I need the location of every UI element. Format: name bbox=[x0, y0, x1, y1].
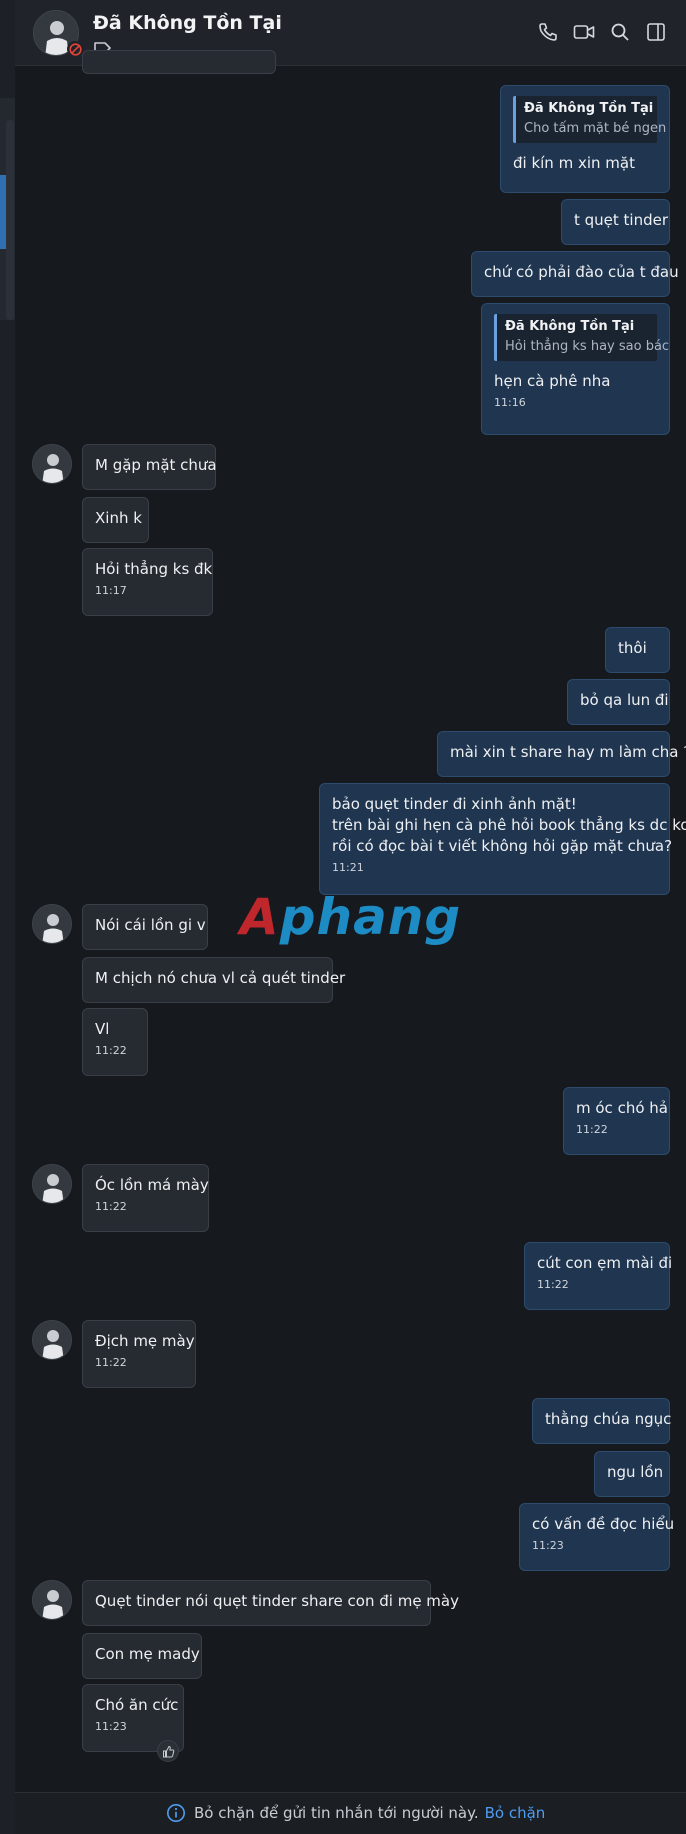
message-text: Con mẹ mady bbox=[95, 1645, 200, 1663]
message-text: Nói cái lồn gi v bbox=[95, 916, 206, 934]
blocked-notice-text: Bỏ chặn để gửi tin nhắn tới người này. bbox=[194, 1804, 479, 1822]
video-icon[interactable] bbox=[572, 20, 596, 44]
blocked-icon bbox=[67, 41, 83, 57]
message-bubble-outgoing[interactable]: có vấn đề đọc hiểu 11:23 bbox=[519, 1503, 674, 1571]
message-time: 11:23 bbox=[532, 1539, 564, 1552]
message-text-line: bảo quẹt tinder đi xinh ảnh mặt! bbox=[332, 795, 577, 813]
message-text-line: trên bài ghi hẹn cà phê hỏi book thẳng k… bbox=[332, 816, 686, 834]
message-time: 11:16 bbox=[494, 396, 526, 409]
message-bubble-outgoing[interactable]: m óc chó hả 11:22 bbox=[563, 1087, 670, 1155]
message-bubble-outgoing[interactable]: thôi bbox=[605, 627, 670, 673]
message-text: Chó ăn cức bbox=[95, 1696, 179, 1714]
message-text: m óc chó hả bbox=[576, 1099, 668, 1117]
message-time: 11:21 bbox=[332, 861, 364, 874]
message-text: thằng chúa ngục bbox=[545, 1410, 672, 1428]
message-text: bỏ qa lun đi bbox=[580, 691, 669, 709]
quote-author: Đã Không Tồn Tại bbox=[505, 319, 635, 334]
message-bubble-outgoing[interactable]: bỏ qa lun đi bbox=[567, 679, 670, 725]
quote-author: Đã Không Tồn Tại bbox=[524, 101, 654, 116]
blocked-notice: Bỏ chặn để gửi tin nhắn tới người này. B… bbox=[166, 1803, 545, 1823]
message-bubble-outgoing[interactable]: cút con ẹm mài đi 11:22 bbox=[524, 1242, 673, 1310]
message-bubble-partial[interactable] bbox=[82, 50, 276, 74]
message-text: Hỏi thẳng ks đk bbox=[95, 560, 213, 578]
message-text: Địch mẹ mày bbox=[95, 1332, 195, 1350]
sidebar-toggle-icon[interactable] bbox=[644, 20, 668, 44]
message-bubble-incoming[interactable]: Vl 11:22 bbox=[82, 1008, 148, 1076]
message-text: ngu lồn bbox=[607, 1463, 664, 1481]
person-silhouette-icon bbox=[33, 445, 71, 483]
message-text: Xinh k bbox=[95, 509, 142, 527]
quoted-reply[interactable]: Đã Không Tồn Tại Hỏi thẳng ks hay sao bá… bbox=[494, 314, 670, 361]
message-time: 11:22 bbox=[95, 1044, 127, 1057]
message-bubble-outgoing[interactable]: thằng chúa ngục bbox=[532, 1398, 672, 1444]
unblock-link[interactable]: Bỏ chặn bbox=[485, 1804, 546, 1822]
message-time: 11:17 bbox=[95, 584, 127, 597]
message-bubble-outgoing[interactable]: Đã Không Tồn Tại Hỏi thẳng ks hay sao bá… bbox=[481, 303, 670, 435]
contact-avatar[interactable] bbox=[32, 1164, 72, 1204]
message-text: t quẹt tinder bbox=[574, 211, 669, 229]
message-bubble-incoming[interactable]: Con mẹ mady bbox=[82, 1633, 202, 1679]
watermark-part: phang bbox=[279, 888, 462, 946]
person-silhouette-icon bbox=[33, 905, 71, 943]
message-text: M gặp mặt chưa bbox=[95, 456, 217, 474]
quote-text: Hỏi thẳng ks hay sao bác bbox=[505, 339, 670, 354]
left-sidebar-edge bbox=[0, 0, 15, 1834]
message-text: có vấn đề đọc hiểu bbox=[532, 1515, 675, 1533]
contact-name: Đã Không Tồn Tại bbox=[93, 12, 282, 34]
phone-icon[interactable] bbox=[536, 20, 560, 44]
message-text: cút con ẹm mài đi bbox=[537, 1254, 673, 1272]
message-text: mài xin t share hay m làm cha ? bbox=[450, 743, 686, 761]
message-text: Vl bbox=[95, 1020, 110, 1038]
quote-text: Cho tấm mặt bé ngen bbox=[524, 121, 667, 136]
message-time: 11:22 bbox=[95, 1356, 127, 1369]
contact-avatar[interactable] bbox=[32, 1320, 72, 1360]
contact-avatar[interactable] bbox=[32, 444, 72, 484]
message-bubble-outgoing[interactable]: chứ có phải đào của t đau bbox=[471, 251, 679, 297]
message-bubble-incoming[interactable]: M chịch nó chưa vl cả quét tinder bbox=[82, 957, 345, 1003]
message-text: chứ có phải đào của t đau bbox=[484, 263, 679, 281]
search-icon[interactable] bbox=[608, 20, 632, 44]
message-bubble-outgoing[interactable]: t quẹt tinder bbox=[561, 199, 670, 245]
info-icon bbox=[166, 1803, 186, 1823]
message-bubble-outgoing[interactable]: ngu lồn bbox=[594, 1451, 670, 1497]
message-bubble-incoming[interactable]: Hỏi thẳng ks đk 11:17 bbox=[82, 548, 213, 616]
message-text: M chịch nó chưa vl cả quét tinder bbox=[95, 969, 346, 987]
like-reaction-icon[interactable] bbox=[157, 1740, 179, 1762]
message-bubble-incoming[interactable]: M gặp mặt chưa bbox=[82, 444, 217, 490]
message-bubble-incoming[interactable]: Nói cái lồn gi v bbox=[82, 904, 208, 950]
message-bubble-incoming[interactable]: Óc lồn má mày 11:22 bbox=[82, 1164, 209, 1232]
message-text: Quẹt tinder nói quẹt tinder share con đi… bbox=[95, 1592, 459, 1610]
contact-avatar[interactable] bbox=[32, 1580, 72, 1620]
message-bubble-outgoing[interactable]: Đã Không Tồn Tại Cho tấm mặt bé ngen đi … bbox=[500, 85, 670, 193]
message-bubble-incoming[interactable]: Quẹt tinder nói quẹt tinder share con đi… bbox=[82, 1580, 459, 1626]
sidebar-scrollbar[interactable] bbox=[6, 120, 14, 320]
message-text: hẹn cà phê nha bbox=[494, 372, 611, 390]
watermark-logo: Aphang bbox=[240, 888, 461, 946]
blocked-notice-bar: Bỏ chặn để gửi tin nhắn tới người này. B… bbox=[15, 1792, 686, 1834]
message-text-line: rồi có đọc bài t viết không hỏi gặp mặt … bbox=[332, 837, 673, 855]
contact-avatar[interactable] bbox=[32, 904, 72, 944]
person-silhouette-icon bbox=[33, 1581, 71, 1619]
message-bubble-incoming[interactable]: Địch mẹ mày 11:22 bbox=[82, 1320, 196, 1388]
sidebar-active-indicator bbox=[0, 175, 6, 249]
person-silhouette-icon bbox=[33, 1165, 71, 1203]
message-bubble-outgoing[interactable]: bảo quẹt tinder đi xinh ảnh mặt! trên bà… bbox=[319, 783, 686, 895]
message-text: đi kín m xin mặt bbox=[513, 154, 635, 172]
message-time: 11:23 bbox=[95, 1720, 127, 1733]
watermark-part: A bbox=[240, 888, 280, 946]
quoted-reply[interactable]: Đã Không Tồn Tại Cho tấm mặt bé ngen bbox=[513, 96, 667, 143]
message-time: 11:22 bbox=[95, 1200, 127, 1213]
message-bubble-outgoing[interactable]: mài xin t share hay m làm cha ? bbox=[437, 731, 686, 777]
message-bubble-incoming[interactable]: Xinh k bbox=[82, 497, 149, 543]
message-time: 11:22 bbox=[576, 1123, 608, 1136]
message-text: thôi bbox=[618, 639, 647, 657]
message-time: 11:22 bbox=[537, 1278, 569, 1291]
message-text: Óc lồn má mày bbox=[95, 1176, 209, 1194]
person-silhouette-icon bbox=[33, 1321, 71, 1359]
